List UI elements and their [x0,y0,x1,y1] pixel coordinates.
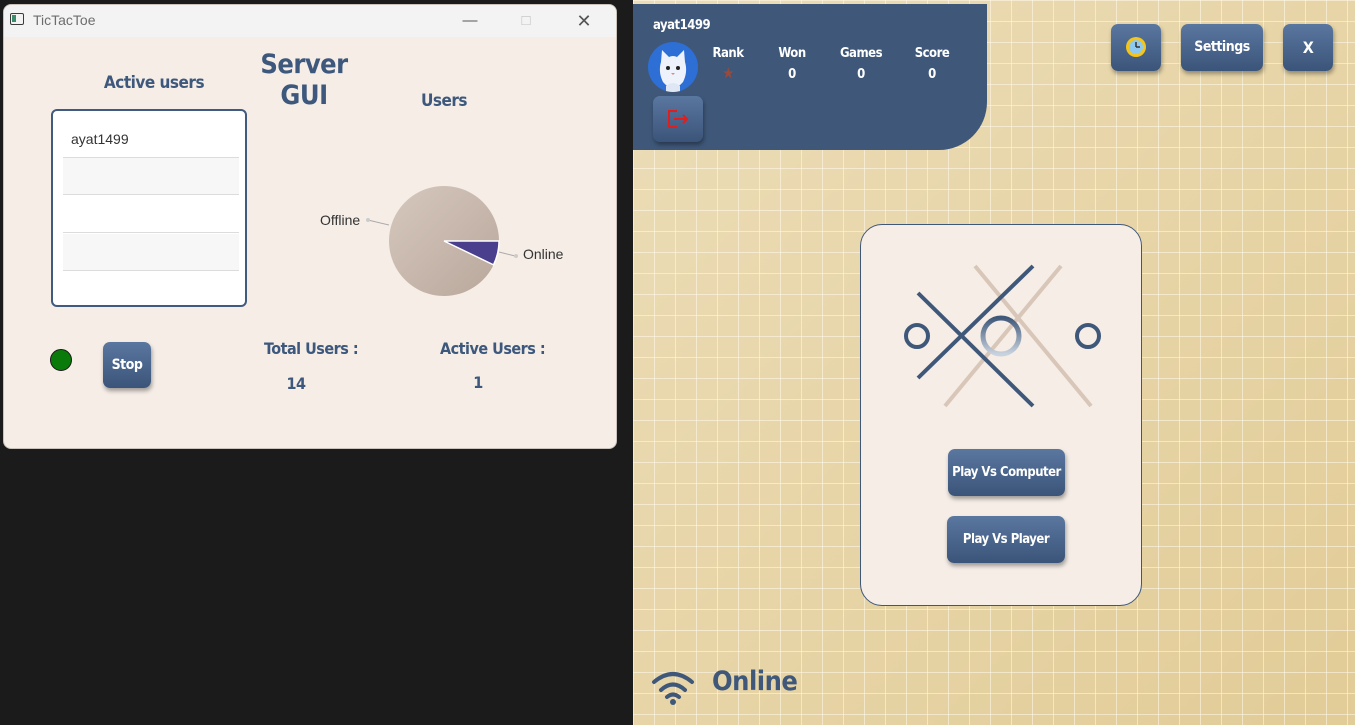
clock-icon [1126,37,1146,57]
wifi-icon [652,672,694,705]
list-item[interactable] [63,234,239,271]
games-value: 0 [857,67,865,82]
play-vs-computer-button[interactable]: Play Vs Computer [948,449,1065,496]
score-stat: Score 0 [907,46,957,82]
score-label: Score [914,46,950,61]
list-item[interactable] [63,158,239,195]
pie-label-online: Online [523,246,564,262]
list-item[interactable] [63,272,239,309]
active-users-value: 1 [473,373,483,392]
won-value: 0 [788,67,796,82]
won-label: Won [778,46,806,61]
menu-card: Play Vs Computer Play Vs Player [860,224,1142,606]
games-stat: Games 0 [836,46,886,82]
close-button[interactable]: ✕ [561,5,607,37]
rank-stat: Rank ★ [703,46,753,82]
logout-icon [668,110,689,128]
users-pie-chart [366,185,518,296]
pie-label-offline: Offline [320,212,361,228]
title-bar: TicTacToe — □ ✕ [4,5,616,37]
total-users-label: Total Users : [264,339,359,358]
logout-button[interactable] [653,96,703,142]
active-users-list[interactable]: ayat1499 [51,109,247,307]
total-users-value: 14 [286,374,306,393]
server-window: TicTacToe — □ ✕ Server GUI Active users … [3,4,617,449]
cat-avatar-icon [659,50,687,92]
games-label: Games [839,46,883,61]
active-users-heading: Active users [103,73,205,93]
server-heading: Server GUI [260,49,348,111]
score-value: 0 [928,67,936,82]
app-icon [10,13,24,25]
history-button[interactable] [1111,24,1161,71]
username: ayat1499 [653,18,711,33]
offline-leader-line [367,219,390,226]
star-icon: ★ [722,64,734,82]
won-stat: Won 0 [767,46,817,82]
play-vs-player-button[interactable]: Play Vs Player [947,516,1065,563]
users-chart-heading: Users [420,91,468,111]
server-status-indicator [50,349,72,371]
list-item[interactable]: ayat1499 [63,121,239,158]
offline-leader-dot [366,218,370,222]
stop-button[interactable]: Stop [103,342,151,388]
exit-button[interactable]: X [1283,24,1333,71]
online-leader-line [498,251,516,257]
client-window: ayat1499 Rank ★ Won 0 Games 0 Score 0 Se… [633,0,1355,725]
minimize-button[interactable]: — [447,5,493,37]
list-item[interactable] [63,196,239,233]
active-users-label: Active Users : [440,339,546,358]
tictactoe-logo [904,264,1101,408]
rank-label: Rank [712,46,744,61]
window-title: TicTacToe [33,12,96,28]
connection-status: Online [712,666,798,697]
online-leader-dot [514,254,518,258]
maximize-button[interactable]: □ [503,5,549,37]
profile-panel: ayat1499 Rank ★ Won 0 Games 0 Score 0 [633,4,987,150]
avatar [648,42,698,92]
settings-button[interactable]: Settings [1181,24,1263,71]
